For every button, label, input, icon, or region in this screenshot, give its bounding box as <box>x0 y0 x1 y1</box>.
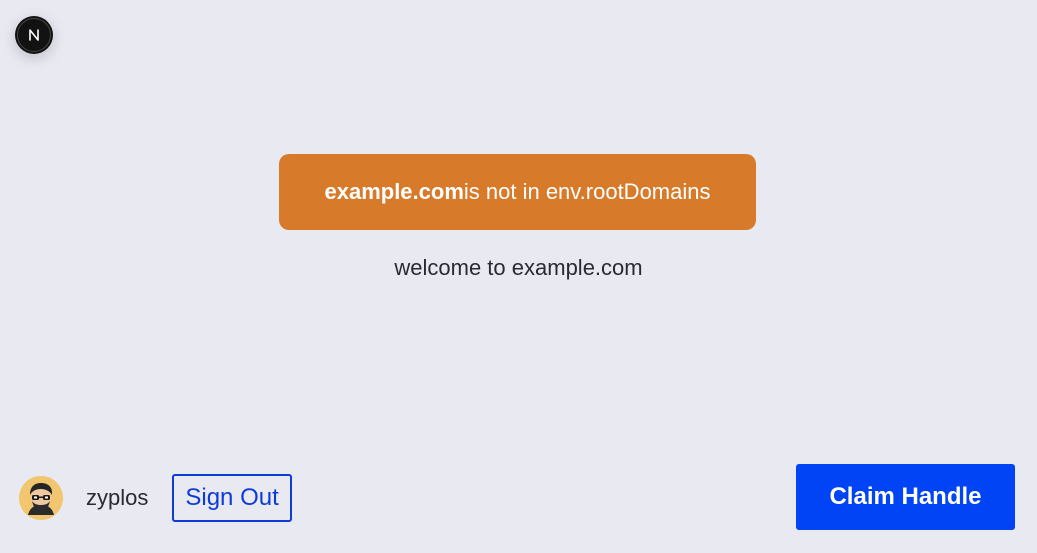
user-area: zyplos Sign Out <box>19 474 292 522</box>
warning-message: is not in env.rootDomains <box>463 179 711 204</box>
avatar-icon <box>19 476 63 520</box>
warning-domain: example.com <box>324 179 464 204</box>
avatar <box>19 476 63 520</box>
username: zyplos <box>86 485 149 510</box>
welcome-message: welcome to example.com <box>394 255 643 280</box>
sign-out-button[interactable]: Sign Out <box>172 474 292 522</box>
nextjs-logo-icon <box>29 29 39 41</box>
nextjs-dev-indicator[interactable] <box>15 16 53 54</box>
root-domain-warning-banner: example.com is not in env.rootDomains <box>279 154 756 230</box>
claim-handle-button[interactable]: Claim Handle <box>796 464 1015 530</box>
